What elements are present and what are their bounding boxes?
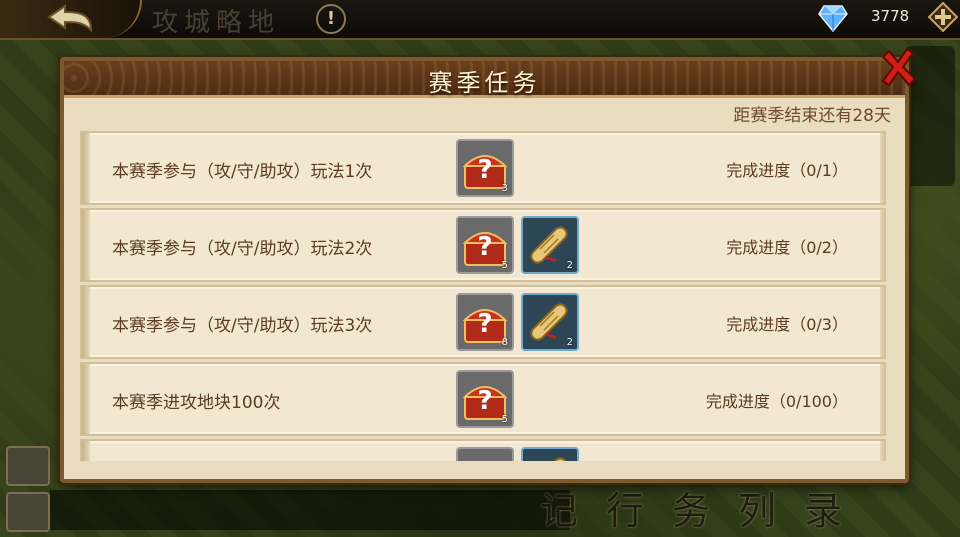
reward-chest-item[interactable]: ? 5 xyxy=(456,216,514,274)
dialog-header: 赛季任务 xyxy=(64,61,905,98)
task-description: 本赛季参与（攻/守/助攻）玩法3次 xyxy=(112,316,373,336)
task-row: 本赛季参与（攻/守/助攻）玩法1次 ? 3 完成进度（0/1） xyxy=(80,131,886,205)
reward-chest-item[interactable] xyxy=(456,447,514,461)
svg-text:?: ? xyxy=(477,309,492,339)
season-countdown: 距赛季结束还有28天 xyxy=(733,106,891,126)
reward-chest-item[interactable]: ? 3 xyxy=(456,139,514,197)
task-description: 本赛季参与（攻/守/助攻）玩法2次 xyxy=(112,239,373,259)
bottom-menu-text: 记行务列录 xyxy=(540,489,871,533)
task-row: 本赛季参与（攻/守/助攻）玩法2次 ? 5 2 完成进度（0/2） xyxy=(80,208,886,282)
task-description: 本赛季进攻地块100次 xyxy=(112,393,281,413)
announcement-button[interactable] xyxy=(6,446,50,486)
task-row: 本赛季进攻地块100次 ? 5 完成进度（0/100） xyxy=(80,362,886,436)
top-bar: 攻城略地 ! 3778 xyxy=(0,0,960,40)
info-icon[interactable]: ! xyxy=(316,4,346,34)
reward-chest-item[interactable]: ? 5 xyxy=(456,370,514,428)
task-row xyxy=(80,439,886,461)
task-progress: 完成进度（0/3） xyxy=(726,315,848,334)
task-row: 本赛季参与（攻/守/助攻）玩法3次 ? 8 2 完成进度（0/3） xyxy=(80,285,886,359)
task-description: 本赛季参与（攻/守/助攻）玩法1次 xyxy=(112,162,373,182)
back-arrow-icon xyxy=(47,4,93,33)
season-task-dialog: 赛季任务 距赛季结束还有28天 本赛季参与（攻/守/助攻）玩法1次 ? 3 完成… xyxy=(60,47,917,483)
svg-text:?: ? xyxy=(477,386,492,416)
add-gems-button[interactable] xyxy=(928,2,958,32)
reward-quantity: 2 xyxy=(566,337,573,348)
reward-scroll-item[interactable]: 2 xyxy=(521,216,579,274)
reward-scroll-item[interactable] xyxy=(521,447,579,461)
svg-text:?: ? xyxy=(477,155,492,185)
svg-text:?: ? xyxy=(477,232,492,262)
chat-button[interactable] xyxy=(6,492,50,532)
task-progress: 完成进度（0/1） xyxy=(726,161,848,180)
reward-scroll-item[interactable]: 2 xyxy=(521,293,579,351)
reward-quantity: 5 xyxy=(501,260,508,271)
chat-bar[interactable] xyxy=(50,490,570,530)
reward-quantity: 8 xyxy=(501,337,508,348)
task-progress: 完成进度（0/2） xyxy=(726,238,848,257)
reward-quantity: 5 xyxy=(501,414,508,425)
page-title: 攻城略地 xyxy=(152,8,281,38)
reward-chest-item[interactable]: ? 8 xyxy=(456,293,514,351)
dialog-title: 赛季任务 xyxy=(428,69,541,97)
reward-quantity: 2 xyxy=(566,260,573,271)
back-button[interactable] xyxy=(0,0,142,38)
treasure-chest-icon xyxy=(461,452,509,461)
gem-count: 3778 xyxy=(871,7,910,25)
task-progress: 完成进度（0/100） xyxy=(705,392,848,411)
scroll-icon xyxy=(553,457,567,461)
reward-quantity: 3 xyxy=(501,183,508,194)
task-list[interactable]: 本赛季参与（攻/守/助攻）玩法1次 ? 3 完成进度（0/1） 本赛季参与（攻/… xyxy=(80,131,886,461)
diamond-gem-icon xyxy=(818,5,848,32)
close-icon[interactable] xyxy=(875,47,919,91)
